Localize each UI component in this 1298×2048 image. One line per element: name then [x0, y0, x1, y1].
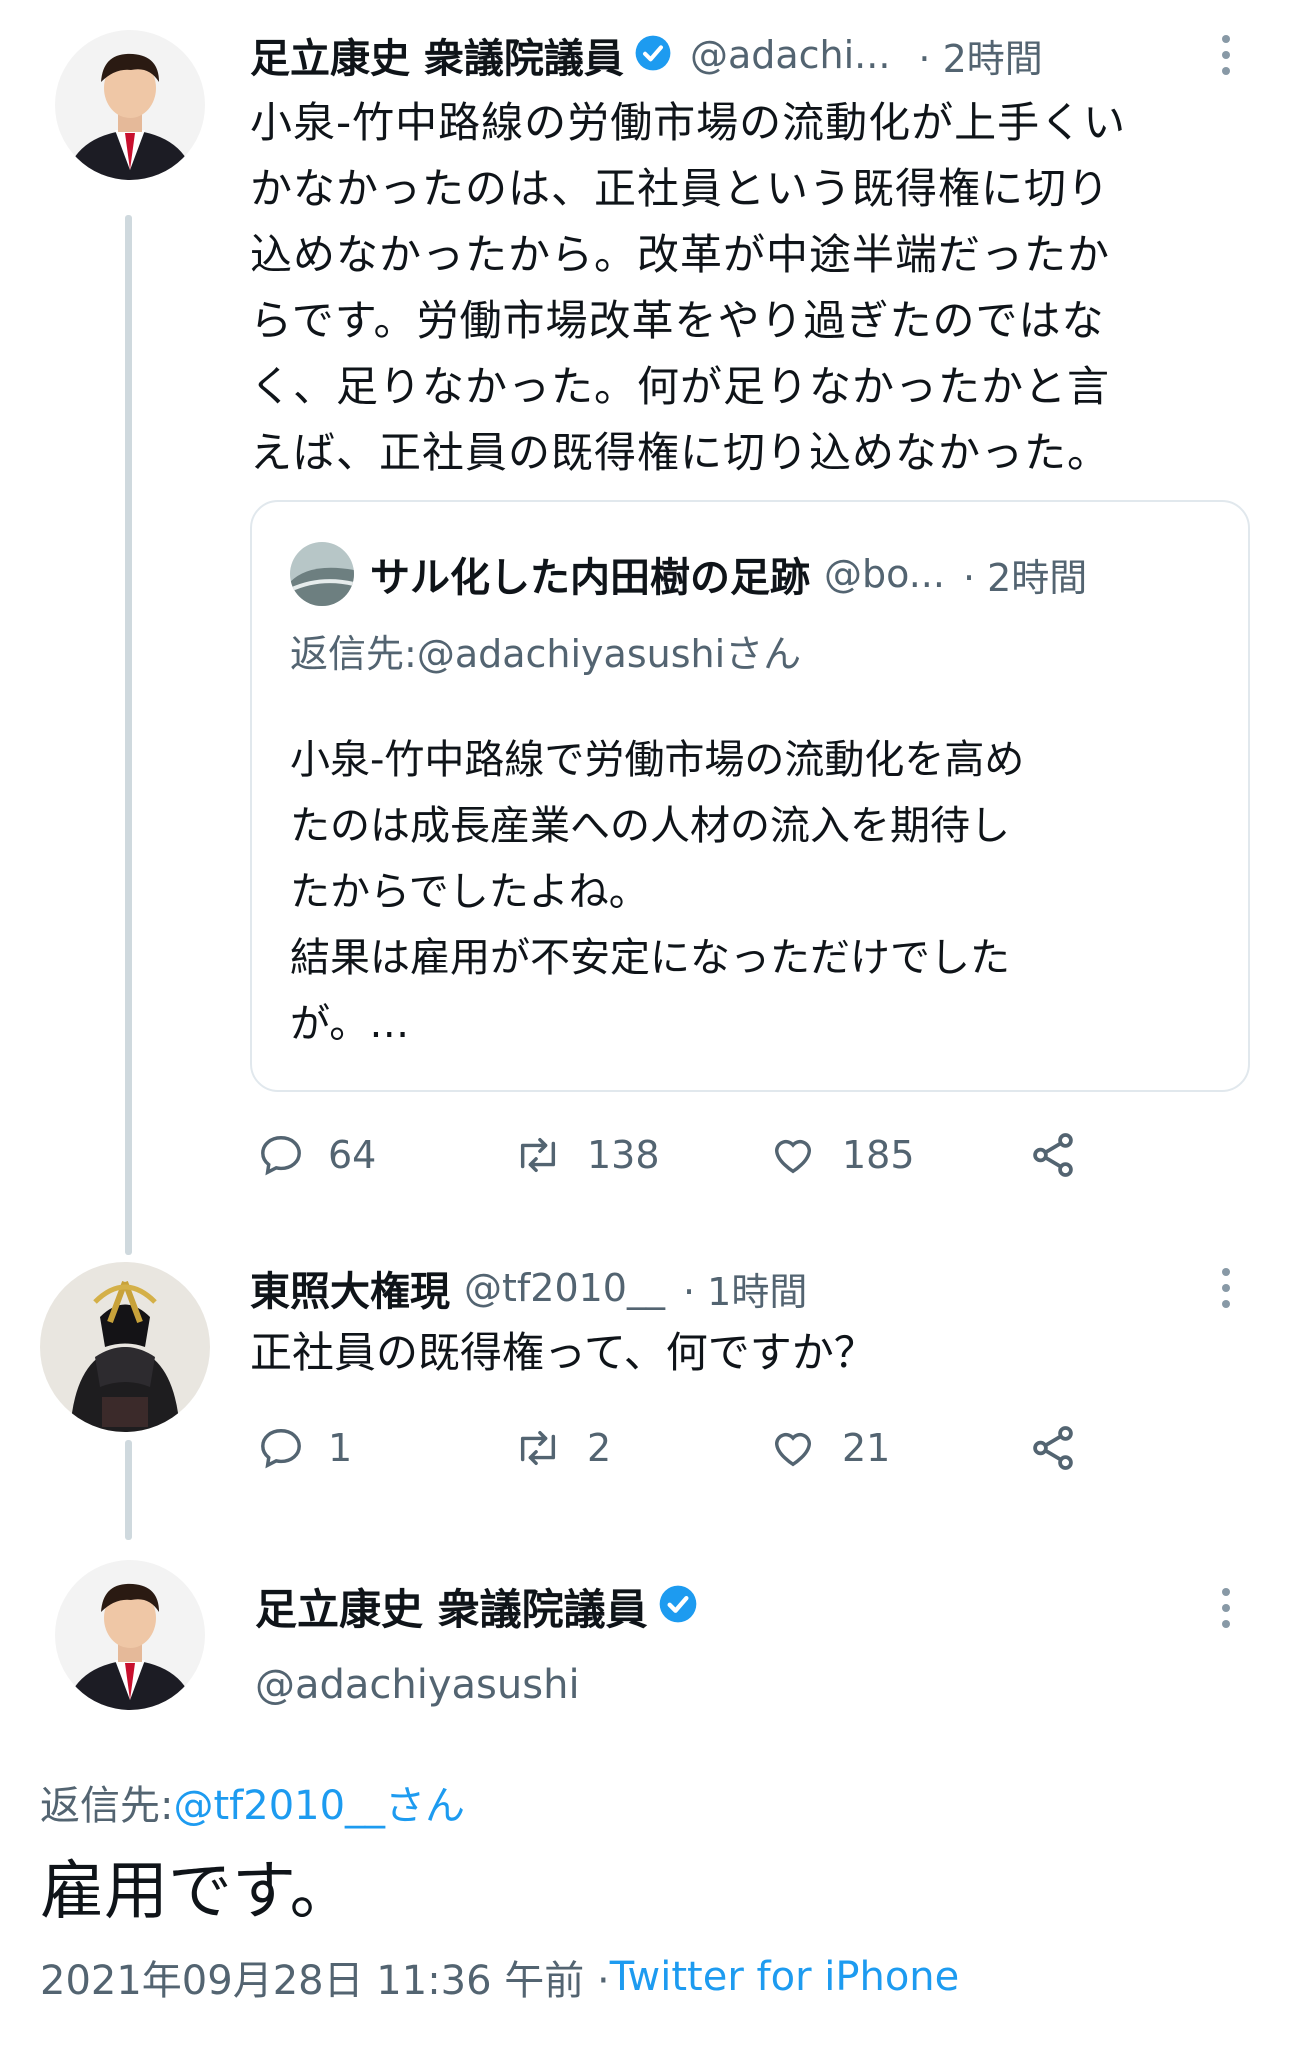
- tweet-3-text: 雇用です。: [40, 1855, 354, 1929]
- thread-line-1: [125, 215, 132, 1255]
- tweet-3-reply-to-user[interactable]: @tf2010__さん: [173, 1773, 465, 1831]
- quote-line: 結果は雇用が不安定になっただけでした: [290, 935, 1010, 981]
- quote-tweet-card[interactable]: サル化した内田樹の足跡 @bo... · 2時間 返信先: @adachiyas…: [250, 500, 1250, 1092]
- quote-line: 小泉-竹中路線で労働市場の流動化を高め: [290, 737, 1025, 783]
- quote-text: 小泉-竹中路線で労働市場の流動化を高め たのは成長産業への人材の流入を期待し た…: [290, 727, 1024, 1057]
- avatar-adachi-1[interactable]: [55, 30, 205, 180]
- tweet-2-time[interactable]: · 1時間: [683, 1261, 807, 1316]
- like-button[interactable]: 21: [768, 1425, 1028, 1471]
- tweet-1-actions: 64 138 185: [258, 1125, 1102, 1185]
- quote-avatar[interactable]: [290, 542, 354, 606]
- tweet-3-timestamp[interactable]: 2021年09月28日 11:36 午前 ·: [40, 1948, 610, 2006]
- tweet-1-text: 小泉-竹中路線の労働市場の流動化が上手くい かなかったのは、正社員という既得権に…: [250, 90, 1126, 486]
- retweet-icon: [520, 1430, 556, 1466]
- tweet-3-reply-to-label: 返信先:: [40, 1783, 174, 1829]
- retweet-button[interactable]: 2: [513, 1425, 768, 1471]
- quote-author-name[interactable]: サル化した内田樹の足跡: [370, 545, 810, 603]
- share-icon: [1033, 1133, 1073, 1177]
- tweet-3-source-link[interactable]: Twitter for iPhone: [610, 1954, 960, 2000]
- more-vertical-icon[interactable]: [1220, 35, 1232, 83]
- tweet-1-line: らです。労働市場改革をやり過ぎたのではな: [250, 296, 1105, 345]
- share-button[interactable]: [1028, 1130, 1102, 1180]
- avatar-toshoudaigongen[interactable]: [40, 1262, 210, 1432]
- quote-time[interactable]: · 2時間: [963, 547, 1087, 602]
- reply-button[interactable]: 1: [258, 1425, 513, 1471]
- tweet-3-author-handle[interactable]: @adachiyasushi: [255, 1655, 580, 1715]
- heart-icon: [774, 1432, 812, 1467]
- share-icon: [1033, 1426, 1073, 1470]
- tweet-1-line: えば、正社員の既得権に切り込めなかった。: [250, 428, 1111, 477]
- quote-reply-to-label: 返信先:: [290, 631, 417, 676]
- tweet-1-line: 小泉-竹中路線の労働市場の流動化が上手くい: [250, 98, 1127, 147]
- more-vertical-icon[interactable]: [1220, 1588, 1232, 1636]
- reply-count: 1: [328, 1426, 353, 1470]
- tweet-2-text: 正社員の既得権って、何ですか？: [250, 1328, 876, 1377]
- tweet-2-actions: 1 2 21: [258, 1418, 1102, 1478]
- tweet-1-line: く、足りなかった。何が足りなかったかと言: [250, 362, 1111, 411]
- retweet-button[interactable]: 138: [513, 1132, 768, 1178]
- share-button[interactable]: [1028, 1423, 1102, 1473]
- quote-line: たからでしたよね。: [290, 869, 649, 915]
- tweet-1-line: かなかったのは、正社員という既得権に切り: [250, 164, 1111, 213]
- thread-line-2: [125, 1440, 132, 1540]
- reply-icon: [261, 1429, 301, 1469]
- like-count: 185: [842, 1133, 915, 1177]
- tweet-1-time[interactable]: · 2時間: [918, 28, 1042, 83]
- tweet-2-author-name[interactable]: 東照大権現: [250, 1259, 450, 1317]
- reply-button[interactable]: 64: [258, 1132, 513, 1178]
- tweet-2-author-handle[interactable]: @tf2010__: [464, 1266, 665, 1310]
- quote-author-handle[interactable]: @bo...: [824, 552, 945, 596]
- avatar-adachi-2[interactable]: [55, 1560, 205, 1710]
- like-count: 21: [842, 1426, 891, 1470]
- more-vertical-icon[interactable]: [1220, 1268, 1232, 1316]
- verified-badge-icon: [634, 34, 672, 76]
- reply-icon: [261, 1136, 301, 1176]
- reply-count: 64: [328, 1133, 377, 1177]
- like-button[interactable]: 185: [768, 1132, 1028, 1178]
- quote-line: が。…: [290, 1001, 410, 1047]
- retweet-count: 2: [587, 1426, 612, 1470]
- verified-badge-icon: [658, 1584, 698, 1628]
- retweet-icon: [520, 1137, 556, 1173]
- retweet-count: 138: [587, 1133, 660, 1177]
- tweet-1-line: 込めなかったから。改革が中途半端だったか: [250, 230, 1111, 279]
- tweet-1-author-name[interactable]: 足立康史 衆議院議員: [250, 26, 624, 84]
- tweet-1-author-handle[interactable]: @adachi...: [690, 33, 890, 77]
- quote-line: たのは成長産業への人材の流入を期待し: [290, 803, 1010, 849]
- heart-icon: [774, 1139, 812, 1174]
- quote-reply-to-user[interactable]: @adachiyasushiさん: [417, 623, 801, 678]
- tweet-3-author-name[interactable]: 足立康史 衆議院議員: [255, 1576, 648, 1637]
